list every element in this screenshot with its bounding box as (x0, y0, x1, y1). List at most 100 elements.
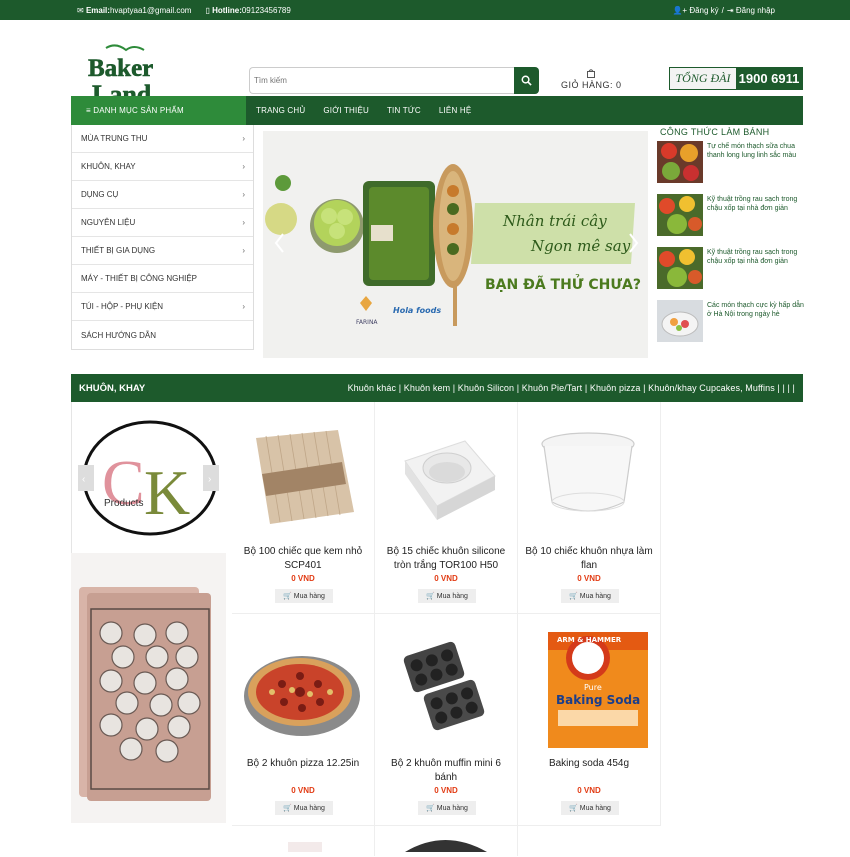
product-image (288, 842, 322, 852)
product-image (242, 416, 365, 536)
product-name[interactable]: Bộ 10 chiếc khuôn nhựa làm flan (522, 545, 656, 573)
section-title: KHUÔN, KHAY (79, 382, 146, 394)
recipes-title: CÔNG THỨC LÀM BÁNH (660, 127, 770, 137)
product-card-partial[interactable] (375, 826, 518, 856)
buy-label: Mua hàng (436, 804, 468, 812)
brand-name: Products (104, 498, 143, 509)
buy-button[interactable]: 🛒 Mua hàng (418, 589, 476, 603)
auth-separator: / (721, 5, 724, 15)
cart[interactable]: GIỎ HÀNG: 0 (561, 68, 622, 90)
product-name[interactable]: Bộ 2 khuôn muffin mini 6 bánh (379, 757, 513, 785)
buy-button[interactable]: 🛒 Mua hàng (418, 801, 476, 815)
sidebar-item-label: DỤNG CỤ (81, 190, 119, 199)
recipe-thumbnail (657, 300, 703, 342)
main-nav: ≡ DANH MỤC SẢN PHẨM TRANG CHỦ GIỚI THIỆU… (71, 96, 803, 125)
hotline-number[interactable]: 09123456789 (242, 6, 291, 15)
email-address[interactable]: hvaptyaa1@gmail.com (110, 6, 192, 15)
product-card[interactable]: Bộ 2 khuôn muffin mini 6 bánh 0 VND 🛒 Mu… (375, 614, 518, 826)
chevron-right-icon: › (242, 190, 245, 199)
cart-icon: 🛒 (283, 593, 294, 600)
category-sidebar: MÙA TRUNG THU › KHUÔN, KHAY › DỤNG CỤ › NGU… (71, 125, 254, 350)
hamburger-icon: ≡ (86, 106, 94, 115)
product-card[interactable]: Bộ 100 chiếc que kem nhỏ SCP401 0 VND 🛒 … (232, 402, 375, 614)
ck-products-logo[interactable]: C K Products ‹ › (72, 402, 227, 553)
product-price: 0 VND (291, 786, 315, 795)
cart-icon: 🛒 (426, 593, 437, 600)
recipe-item[interactable]: Các món thạch cực kỳ hấp dẫn ở Hà Nội tr… (657, 300, 807, 342)
product-card[interactable]: ARM & HAMMER Pure Baking Soda Baking sod… (518, 614, 661, 826)
cart-label: GIỎ HÀNG: (561, 80, 614, 90)
chevron-right-icon: › (242, 134, 245, 143)
sidebar-item-bags-boxes[interactable]: TÚI - HỘP - PHỤ KIỆN › (72, 293, 253, 321)
product-name[interactable]: Bộ 100 chiếc que kem nhỏ SCP401 (236, 545, 370, 573)
nav-item-about[interactable]: GIỚI THIỆU (323, 106, 369, 115)
recipe-item[interactable]: Kỹ thuật trồng rau sạch trong chậu xốp t… (657, 247, 807, 289)
cart-icon: 🛒 (569, 805, 580, 812)
product-image (385, 628, 508, 748)
product-price: 0 VND (291, 574, 315, 583)
recipe-item[interactable]: Tự chế món thạch sữa chua thanh long lun… (657, 141, 807, 183)
cart-icon: 🛒 (569, 593, 580, 600)
buy-button[interactable]: 🛒 Mua hàng (561, 589, 619, 603)
nav-item-home[interactable]: TRANG CHỦ (256, 106, 305, 115)
cookie-tray-image (71, 553, 226, 823)
phone-icon: ▯ (205, 5, 213, 15)
product-price: 0 VND (577, 786, 601, 795)
hero-banner[interactable]: Nhân trái cây Ngon mê say BẠN ĐÃ THỬ CHƯ… (263, 131, 648, 358)
login-link[interactable]: Đăng nhập (736, 6, 775, 15)
chevron-right-icon: › (242, 218, 245, 227)
cart-count: 0 (616, 80, 622, 90)
product-name[interactable]: Baking soda 454g (522, 757, 656, 771)
product-image: ARM & HAMMER Pure Baking Soda (528, 628, 651, 748)
buy-button[interactable]: 🛒 Mua hàng (561, 801, 619, 815)
soda-brand: ARM & HAMMER (557, 636, 622, 644)
category-menu-label: DANH MỤC SẢN PHẨM (93, 106, 184, 115)
nav-item-news[interactable]: TIN TỨC (387, 106, 421, 115)
buy-label: Mua hàng (293, 592, 325, 600)
sidebar-item-ingredients[interactable]: NGUYÊN LIỆU › (72, 209, 253, 237)
nav-item-contact[interactable]: LIÊN HỆ (439, 106, 472, 115)
chevron-left-icon: ‹ (82, 474, 85, 485)
hotline-banner-label: TỔNG ĐÀI (670, 68, 736, 89)
chevron-right-icon: › (242, 246, 245, 255)
sidebar-item-label: MÁY - THIẾT BỊ CÔNG NGHIỆP (81, 274, 198, 283)
recipe-item[interactable]: Kỹ thuật trồng rau sạch trong chậu xốp t… (657, 194, 807, 236)
buy-button[interactable]: 🛒 Mua hàng (275, 589, 333, 603)
category-menu-button[interactable]: ≡ DANH MỤC SẢN PHẨM (71, 96, 246, 125)
banner-line-3: BẠN ĐÃ THỬ CHƯA? (485, 274, 641, 293)
subcategory-links[interactable]: Khuôn khác | Khuôn kem | Khuôn Silicon |… (348, 383, 795, 393)
recipe-title: Kỹ thuật trồng rau sạch trong chậu xốp t… (707, 249, 798, 265)
sidebar-item-industrial-machines[interactable]: MÁY - THIẾT BỊ CÔNG NGHIỆP (72, 265, 253, 293)
register-link[interactable]: Đăng ký (689, 6, 718, 15)
soda-pure: Pure (584, 683, 602, 692)
buy-label: Mua hàng (436, 592, 468, 600)
buy-label: Mua hàng (293, 804, 325, 812)
sidebar-item-label: MÙA TRUNG THU (81, 134, 148, 143)
product-image (528, 416, 651, 536)
sidebar-item-home-appliances[interactable]: THIẾT BỊ GIA DỤNG › (72, 237, 253, 265)
product-price: 0 VND (434, 574, 458, 583)
hotline-banner[interactable]: TỔNG ĐÀI 1900 6911 (669, 67, 803, 90)
product-price: 0 VND (577, 574, 601, 583)
product-card[interactable]: Bộ 15 chiếc khuôn silicone tròn trắng TO… (375, 402, 518, 614)
product-image (242, 628, 365, 748)
search-button[interactable] (514, 67, 539, 94)
sidebar-item-label: SÁCH HƯỚNG DẪN (81, 330, 157, 340)
product-image (405, 840, 487, 852)
product-card[interactable]: Bộ 10 chiếc khuôn nhựa làm flan 0 VND 🛒 … (518, 402, 661, 614)
product-card-partial[interactable] (232, 826, 375, 856)
brand-prev-button[interactable] (78, 465, 94, 491)
search-input[interactable] (249, 67, 514, 94)
product-name[interactable]: Bộ 15 chiếc khuôn silicone tròn trắng TO… (379, 545, 513, 573)
sidebar-item-guide-books[interactable]: SÁCH HƯỚNG DẪN (72, 321, 253, 349)
product-card[interactable]: Bộ 2 khuôn pizza 12.25in 0 VND 🛒 Mua hàn… (232, 614, 375, 826)
buy-button[interactable]: 🛒 Mua hàng (275, 801, 333, 815)
recipe-title: Tự chế món thạch sữa chua thanh long lun… (707, 143, 797, 159)
sidebar-item-mid-autumn[interactable]: MÙA TRUNG THU › (72, 125, 253, 153)
banner-line-1: Nhân trái cây (502, 212, 607, 230)
product-name[interactable]: Bộ 2 khuôn pizza 12.25in (236, 757, 370, 771)
sidebar-item-tools[interactable]: DỤNG CỤ › (72, 181, 253, 209)
promo-image[interactable] (71, 553, 226, 823)
brand-carousel: C K Products ‹ › (71, 402, 227, 553)
sidebar-item-molds-trays[interactable]: KHUÔN, KHAY › (72, 153, 253, 181)
